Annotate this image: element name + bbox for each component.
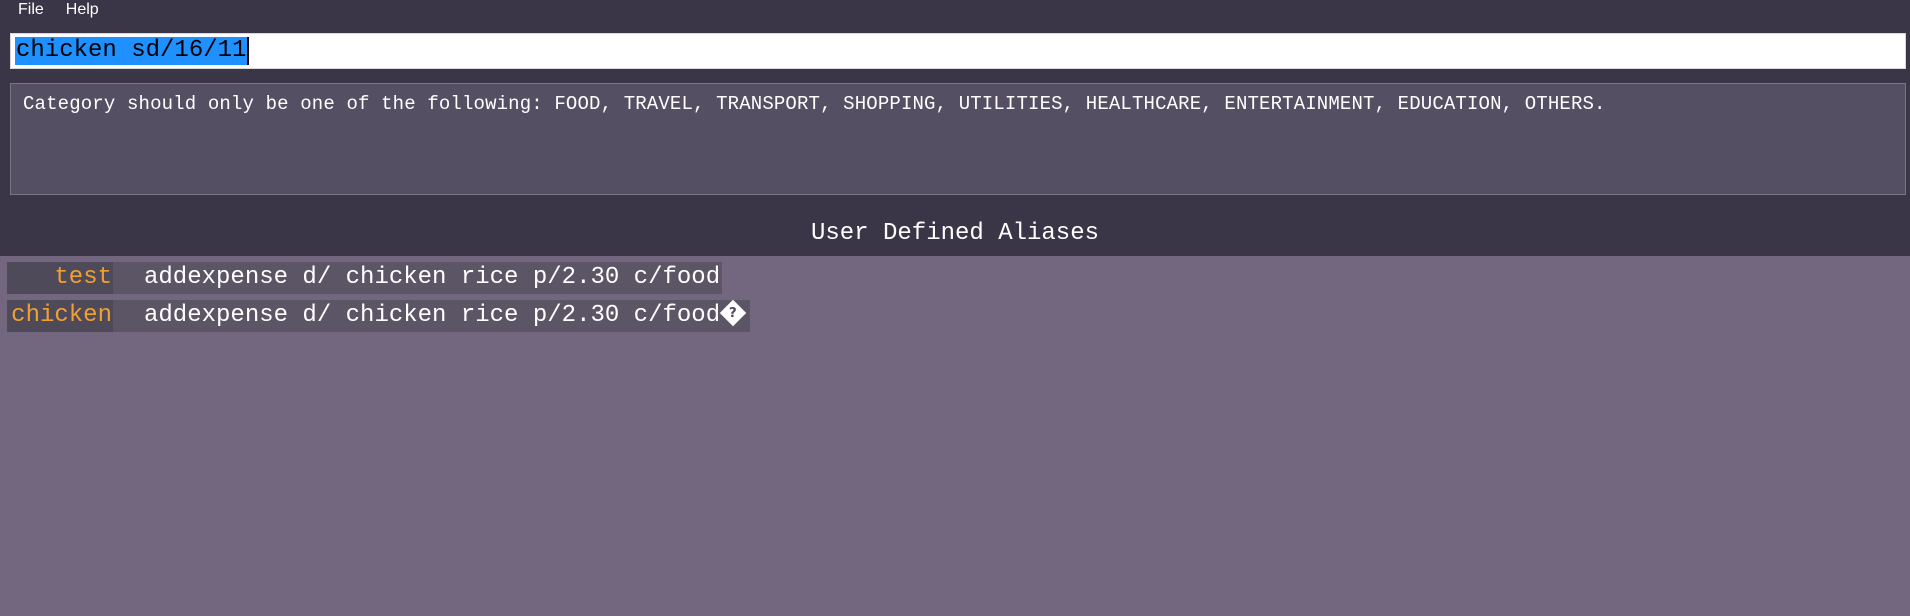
alias-list-header: User Defined Aliases: [0, 210, 1910, 256]
result-display: Category should only be one of the follo…: [10, 83, 1906, 195]
alias-list: test addexpense d/ chicken rice p/2.30 c…: [0, 256, 1910, 616]
alias-name: test: [7, 262, 113, 294]
alias-list-title: User Defined Aliases: [810, 219, 1100, 247]
text-caret: [247, 37, 250, 65]
menu-bar: File Help: [0, 0, 1910, 22]
replacement-character-icon: ?: [719, 299, 747, 326]
alias-command: addexpense d/ chicken rice p/2.30 c/food…: [113, 299, 751, 332]
alias-command-text: addexpense d/ chicken rice p/2.30 c/food: [144, 264, 721, 291]
alias-row[interactable]: test addexpense d/ chicken rice p/2.30 c…: [7, 262, 723, 294]
command-input-text: chicken sd/16/11: [15, 37, 248, 65]
alias-row[interactable]: chicken addexpense d/ chicken rice p/2.3…: [7, 299, 751, 332]
alias-command: addexpense d/ chicken rice p/2.30 c/food: [113, 262, 723, 294]
alias-command-text: addexpense d/ chicken rice p/2.30 c/food: [144, 302, 721, 329]
menu-file[interactable]: File: [0, 0, 44, 22]
result-message: Category should only be one of the follo…: [23, 93, 1606, 115]
menu-help[interactable]: Help: [48, 0, 99, 22]
alias-name: chicken: [7, 300, 113, 332]
command-input[interactable]: chicken sd/16/11: [10, 33, 1906, 69]
